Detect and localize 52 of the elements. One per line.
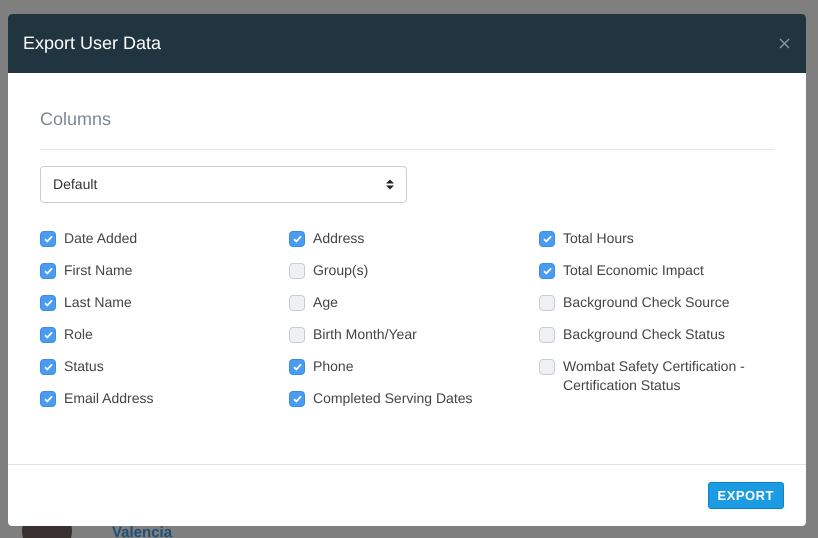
dialog-title: Export User Data — [23, 32, 162, 55]
checkbox[interactable] — [40, 327, 56, 343]
column-label: Address — [313, 229, 364, 248]
checkbox[interactable] — [40, 359, 56, 375]
column-label: Group(s) — [313, 261, 368, 280]
checkbox[interactable] — [40, 263, 56, 279]
column-label: Date Added — [64, 229, 138, 248]
column-label: Total Hours — [563, 229, 634, 248]
checkbox[interactable] — [40, 295, 56, 311]
column-label: Phone — [313, 357, 354, 376]
checkbox[interactable] — [289, 327, 305, 343]
checkbox[interactable] — [539, 263, 555, 279]
column-label: Email Address — [64, 389, 154, 408]
column-label: Role — [64, 325, 93, 344]
column-label: Birth Month/Year — [313, 325, 417, 344]
close-icon[interactable] — [779, 38, 790, 49]
columns-select[interactable]: Default — [40, 166, 407, 203]
sort-caret-icon — [386, 179, 394, 190]
checkbox[interactable] — [289, 391, 305, 407]
column-label: Background Check Source — [563, 293, 730, 312]
person-link[interactable]: Valencia — [112, 522, 172, 538]
checkbox[interactable] — [289, 263, 305, 279]
column-label: Wombat Safety Certification - Certification Status — [563, 357, 746, 395]
checkmark-icon — [292, 363, 302, 371]
checkbox[interactable] — [539, 231, 555, 247]
checkbox[interactable] — [539, 295, 555, 311]
checkbox[interactable] — [289, 295, 305, 311]
checkmark-icon — [292, 235, 302, 243]
column-label: First Name — [64, 261, 132, 280]
column-label: Age — [313, 293, 338, 312]
column-label: Last Name — [64, 293, 132, 312]
checkbox[interactable] — [40, 231, 56, 247]
checkmark-icon — [542, 267, 552, 275]
checkmark-icon — [44, 331, 52, 339]
checkmark-icon — [44, 267, 52, 275]
checkmark-icon — [542, 235, 552, 243]
checkbox[interactable] — [539, 359, 555, 375]
column-label: Completed Serving Dates — [313, 389, 473, 408]
checkbox[interactable] — [289, 359, 305, 375]
checkmark-icon — [292, 395, 302, 403]
checkbox[interactable] — [539, 327, 555, 343]
checkmark-icon — [44, 235, 52, 243]
checkbox[interactable] — [289, 231, 305, 247]
checkbox[interactable] — [40, 391, 56, 407]
checkmark-icon — [44, 299, 52, 307]
column-label: Status — [64, 357, 104, 376]
checkmark-icon — [44, 395, 52, 403]
column-label: Total Economic Impact — [563, 261, 704, 280]
checkmark-icon — [44, 363, 52, 371]
column-label: Background Check Status — [563, 325, 725, 344]
export-button[interactable]: EXPORT — [708, 482, 784, 509]
section-title: Columns — [40, 108, 112, 131]
